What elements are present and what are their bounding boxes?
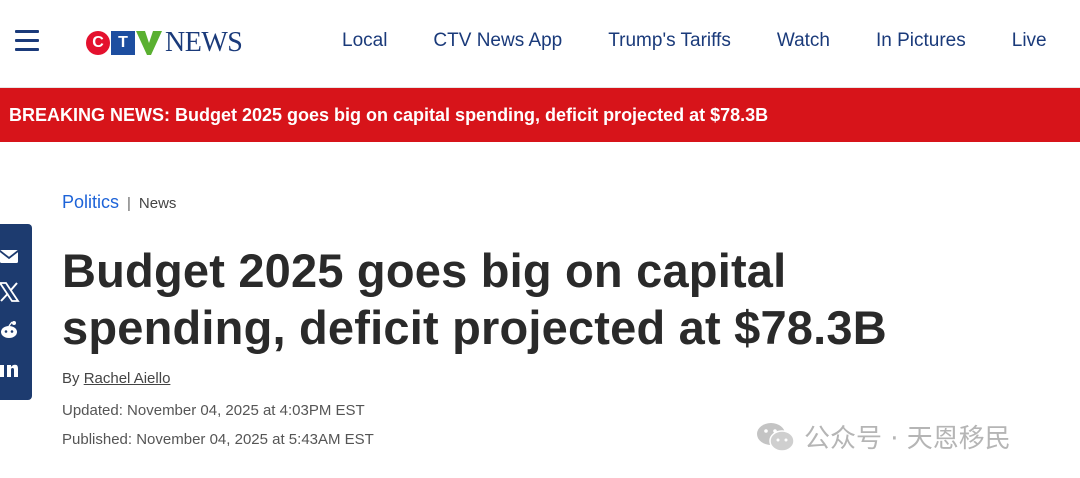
breaking-label: BREAKING NEWS: [9, 104, 170, 125]
logo-news-text: NEWS [165, 27, 243, 58]
main-nav: Local CTV News App Trump's Tariffs Watch… [342, 30, 1080, 52]
breaking-headline: Budget 2025 goes big on capital spending… [175, 104, 769, 125]
menu-icon[interactable] [15, 30, 39, 52]
breaking-news-banner[interactable]: BREAKING NEWS: Budget 2025 goes big on c… [0, 88, 1080, 142]
article-title: Budget 2025 goes big on capital spending… [62, 244, 887, 354]
nav-in-pictures[interactable]: In Pictures [876, 30, 966, 52]
nav-trumps-tariffs[interactable]: Trump's Tariffs [608, 30, 731, 52]
breadcrumb: Politics | News [62, 192, 176, 213]
category-link[interactable]: Politics [62, 192, 119, 213]
updated-timestamp: Updated: November 04, 2025 at 4:03PM EST [62, 402, 365, 419]
breadcrumb-separator: | [127, 195, 131, 212]
reddit-icon[interactable] [0, 320, 20, 340]
watermark-text: 公众号 · 天恩移民 [804, 424, 1011, 454]
author-link[interactable]: Rachel Aiello [84, 370, 171, 387]
nav-local[interactable]: Local [342, 30, 387, 52]
subcategory-label: News [138, 195, 177, 212]
published-timestamp: Published: November 04, 2025 at 5:43AM E… [62, 431, 374, 448]
nav-ctv-news-app[interactable]: CTV News App [433, 30, 562, 52]
x-icon[interactable] [0, 282, 20, 302]
wechat-icon [757, 422, 795, 452]
logo-v-icon [136, 31, 162, 55]
logo-t: T [111, 31, 135, 55]
nav-watch[interactable]: Watch [777, 30, 830, 52]
byline-prefix: By [62, 370, 80, 387]
nav-live[interactable]: Live [1012, 30, 1047, 52]
email-icon[interactable] [0, 246, 20, 266]
wechat-watermark: 公众号 · 天恩移民 [756, 418, 1011, 455]
byline: By Rachel Aiello [62, 370, 170, 387]
linkedin-icon[interactable] [0, 358, 20, 378]
logo-c: C [86, 31, 110, 55]
site-header: C T NEWS Local CTV News App Trump's Tari… [0, 0, 1080, 88]
ctv-news-logo[interactable]: C T NEWS [86, 27, 243, 58]
share-rail [0, 224, 32, 400]
